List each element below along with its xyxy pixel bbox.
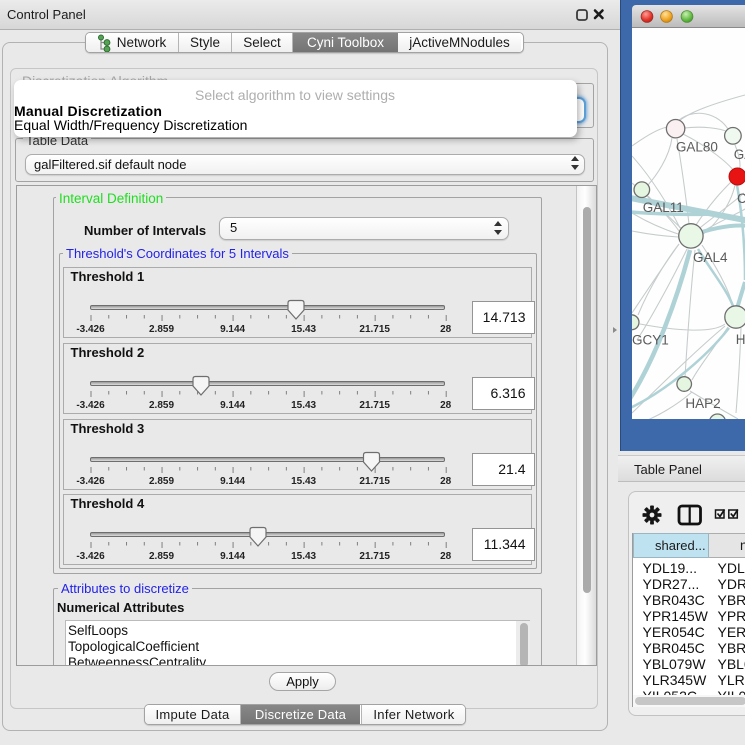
svg-text:GCY1: GCY1: [632, 333, 669, 348]
svg-text:C: C: [737, 191, 745, 206]
svg-text:GAL4: GAL4: [693, 250, 728, 265]
svg-text:H: H: [736, 332, 745, 347]
svg-text:HAP2: HAP2: [685, 396, 720, 411]
svg-text:GAL11: GAL11: [643, 200, 684, 215]
svg-text:GAL80: GAL80: [676, 140, 718, 155]
svg-text:GA: GA: [734, 147, 745, 162]
